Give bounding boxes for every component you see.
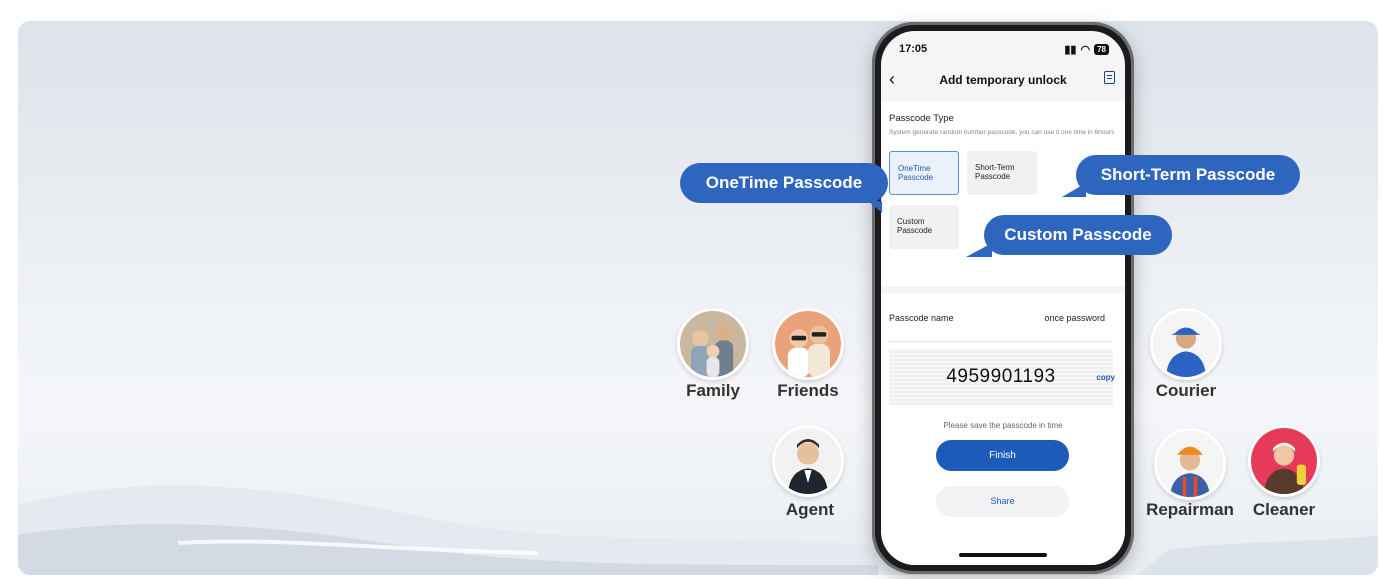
repairman-avatar bbox=[1154, 428, 1226, 500]
agent-avatar bbox=[772, 425, 844, 497]
nav-bar: ‹ Add temporary unlock bbox=[881, 65, 1125, 95]
courier-avatar bbox=[1150, 308, 1222, 380]
callout-tail bbox=[966, 243, 992, 257]
agent-photo-icon bbox=[775, 428, 841, 494]
courier-label: Courier bbox=[1155, 381, 1217, 400]
passcode-name-label: Passcode name bbox=[889, 313, 954, 323]
passcode-name-value[interactable]: once password bbox=[1044, 313, 1105, 323]
callout-onetime-passcode: OneTime Passcode bbox=[680, 163, 888, 213]
passcode-value: 4959901193 bbox=[946, 366, 1056, 387]
cleaner-label: Cleaner bbox=[1252, 500, 1316, 519]
page-title: Add temporary unlock bbox=[939, 73, 1067, 87]
repairman-photo-icon bbox=[1157, 431, 1223, 497]
callout-short-term-passcode: Short-Term Passcode bbox=[1062, 155, 1300, 197]
passcode-type-label: Passcode Type bbox=[889, 113, 954, 124]
passcode-type-description: System generate random number passcode, … bbox=[889, 129, 1115, 136]
home-indicator bbox=[959, 553, 1047, 557]
status-time: 17:05 bbox=[899, 43, 928, 55]
copy-button[interactable]: copy bbox=[1096, 373, 1115, 382]
option-line: OneTime bbox=[898, 164, 931, 173]
option-line: Short-Term bbox=[975, 163, 1015, 172]
records-icon[interactable] bbox=[1104, 71, 1115, 84]
save-hint: Please save the passcode in time bbox=[943, 421, 1063, 430]
option-line: Custom bbox=[897, 217, 925, 226]
status-icons: ▮▮ ◠ 78 bbox=[1064, 43, 1109, 56]
page: 17:05 ▮▮ ◠ 78 ‹ Add temporary unlock Pas… bbox=[0, 0, 1391, 579]
battery-icon: 78 bbox=[1094, 44, 1109, 55]
option-custom-passcode[interactable]: Custom Passcode bbox=[889, 205, 959, 249]
callout-tail bbox=[868, 201, 882, 213]
option-line: Passcode bbox=[975, 172, 1011, 181]
wifi-icon: ◠ bbox=[1080, 44, 1091, 56]
family-label: Family bbox=[686, 381, 740, 400]
passcode-box: 4959901193 copy bbox=[889, 349, 1115, 405]
friends-avatar bbox=[772, 308, 844, 380]
option-onetime-passcode[interactable]: OneTime Passcode bbox=[889, 151, 959, 195]
cleaner-photo-icon bbox=[1251, 428, 1317, 494]
cleaner-avatar bbox=[1248, 425, 1320, 497]
family-photo-icon bbox=[680, 311, 746, 377]
option-short-term-passcode[interactable]: Short-Term Passcode bbox=[967, 151, 1037, 195]
callout-label: Short-Term Passcode bbox=[1100, 165, 1276, 184]
status-bar: 17:05 ▮▮ ◠ 78 bbox=[899, 43, 1109, 59]
repairman-label: Repairman bbox=[1146, 500, 1234, 519]
agent-label: Agent bbox=[785, 500, 835, 519]
friends-photo-icon bbox=[775, 311, 841, 377]
option-line: Passcode bbox=[898, 173, 934, 182]
family-avatar bbox=[677, 308, 749, 380]
callout-label: Custom Passcode bbox=[1004, 225, 1152, 244]
passcode-result-card: Passcode name once password 4959901193 c… bbox=[881, 293, 1125, 565]
share-button[interactable]: Share bbox=[936, 486, 1069, 517]
signal-icon: ▮▮ bbox=[1064, 44, 1077, 56]
phone-mockup: 17:05 ▮▮ ◠ 78 ‹ Add temporary unlock Pas… bbox=[872, 22, 1134, 574]
callout-tail bbox=[1062, 183, 1086, 197]
finish-button[interactable]: Finish bbox=[936, 440, 1069, 471]
phone-screen: 17:05 ▮▮ ◠ 78 ‹ Add temporary unlock Pas… bbox=[881, 31, 1125, 565]
divider bbox=[889, 341, 1111, 342]
option-line: Passcode bbox=[897, 226, 933, 235]
friends-label: Friends bbox=[777, 381, 839, 400]
callout-label: OneTime Passcode bbox=[705, 173, 863, 192]
courier-photo-icon bbox=[1153, 311, 1219, 377]
callout-custom-passcode: Custom Passcode bbox=[966, 215, 1172, 257]
